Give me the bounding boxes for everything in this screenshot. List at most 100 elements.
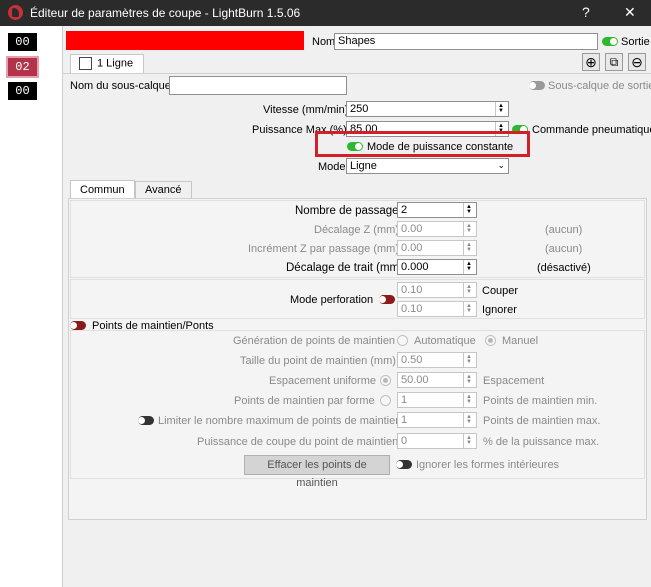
tab-common[interactable]: Commun	[70, 180, 135, 200]
size-label: Taille du point de maintien (mm)	[240, 355, 396, 367]
title-bar: Éditeur de paramètres de coupe - LightBu…	[0, 0, 651, 26]
spacing-input[interactable]: 50.00	[397, 372, 477, 388]
kerf-spinner[interactable]	[463, 260, 476, 274]
per-shape-radio[interactable]	[380, 395, 391, 406]
perf-cut-value: 0.10	[401, 284, 423, 296]
min-input[interactable]: 1	[397, 392, 477, 408]
z-offset-label: Décalage Z (mm)	[314, 224, 399, 236]
uniform-radio[interactable]	[380, 375, 391, 386]
tab-power-value: 0	[401, 435, 408, 447]
z-offset-note: (aucun)	[545, 224, 583, 236]
tab-divider	[62, 73, 651, 74]
sublayer-name-label: Nom du sous-calque	[70, 80, 171, 92]
max-value: 1	[401, 414, 408, 426]
size-spinner[interactable]	[463, 353, 476, 367]
limit-toggle[interactable]	[138, 416, 154, 425]
z-step-input[interactable]: 0.00	[397, 240, 477, 256]
name-label: Nom	[312, 36, 336, 48]
max-label: Points de maintien max.	[483, 415, 601, 427]
layer-item[interactable]: 00	[8, 82, 37, 100]
sublayer-output-toggle[interactable]	[529, 81, 545, 90]
speed-value: 250	[350, 103, 369, 115]
z-step-label: Incrément Z par passage (mm)	[248, 243, 399, 255]
generation-label: Génération de points de maintien	[233, 335, 396, 347]
kerf-value: 0.000	[401, 261, 429, 273]
layer-color-swatch[interactable]	[66, 31, 304, 50]
perf-skip-value: 0.10	[401, 303, 423, 315]
spacing-label: Espacement	[483, 375, 545, 387]
clear-tabs-button[interactable]: Effacer les points de maintien	[244, 455, 390, 489]
passes-input[interactable]: 2	[397, 202, 477, 218]
z-offset-spinner[interactable]	[463, 222, 476, 236]
window-title: Éditeur de paramètres de coupe - LightBu…	[30, 6, 301, 20]
close-button[interactable]: ✕	[624, 4, 636, 21]
min-label: Points de maintien min.	[483, 395, 598, 407]
tab-power-spinner[interactable]	[463, 434, 476, 448]
perf-skip-input[interactable]: 0.10	[397, 301, 477, 317]
tab-power-unit: % de la puissance max.	[483, 436, 600, 448]
perforation-toggle[interactable]	[379, 295, 395, 304]
sublayer-output-label: Sous-calque de sortie	[548, 80, 651, 92]
tab-power-label: Puissance de coupe du point de maintien	[197, 436, 399, 448]
sublayer-checkbox[interactable]	[79, 57, 92, 70]
auto-radio[interactable]	[397, 335, 408, 346]
perf-skip-spinner[interactable]	[463, 302, 476, 316]
z-step-spinner[interactable]	[463, 241, 476, 255]
constant-power-toggle[interactable]	[347, 142, 363, 151]
size-value: 0.50	[401, 354, 423, 366]
tab-power-input[interactable]: 0	[397, 433, 477, 449]
perf-cut-label: Couper	[482, 285, 519, 297]
per-shape-label: Points de maintien par forme	[234, 395, 375, 407]
passes-label: Nombre de passages	[295, 205, 405, 217]
uniform-label: Espacement uniforme	[269, 375, 376, 387]
spacing-spinner[interactable]	[463, 373, 476, 387]
layer-list: 00 02 00	[0, 26, 63, 587]
tab-sublayer[interactable]: 1 Ligne	[70, 54, 145, 74]
kerf-label: Décalage de trait (mm)	[286, 262, 403, 274]
manual-radio[interactable]	[485, 335, 496, 346]
sublayer-name-input[interactable]	[169, 76, 347, 95]
ignore-inner-label: Ignorer les formes intérieures	[416, 459, 560, 471]
passes-spinner[interactable]	[463, 203, 476, 217]
kerf-note: (désactivé)	[537, 262, 591, 274]
output-label: Sortie	[621, 36, 650, 48]
max-spinner[interactable]	[463, 413, 476, 427]
constant-power-label: Mode de puissance constante	[367, 141, 514, 153]
air-assist-label: Commande pneumatique	[532, 124, 651, 136]
min-value: 1	[401, 394, 408, 406]
output-toggle[interactable]	[602, 37, 618, 46]
auto-label: Automatique	[414, 335, 476, 347]
spacing-value: 50.00	[401, 374, 429, 386]
layer-item-selected[interactable]: 02	[6, 56, 39, 78]
perf-skip-label: Ignorer	[482, 304, 517, 316]
manual-label: Manuel	[502, 335, 539, 347]
layer-name-input[interactable]: Shapes	[334, 33, 598, 50]
speed-input[interactable]: 250	[346, 101, 509, 117]
layer-item[interactable]: 00	[8, 33, 37, 51]
perf-cut-input[interactable]: 0.10	[397, 282, 477, 298]
ignore-inner-toggle[interactable]	[396, 460, 412, 469]
size-input[interactable]: 0.50	[397, 352, 477, 368]
sublayer-tab-label: 1 Ligne	[97, 57, 134, 70]
speed-spinner[interactable]	[495, 102, 508, 116]
copy-sublayer-icon[interactable]: ⧉	[605, 53, 623, 71]
remove-sublayer-icon[interactable]: ⊖	[628, 53, 646, 71]
lightburn-logo-icon	[8, 5, 23, 20]
mode-value: Ligne	[350, 160, 377, 172]
tabs-toggle[interactable]	[70, 321, 86, 330]
z-offset-value: 0.00	[401, 223, 423, 235]
mode-label: Mode	[318, 161, 346, 173]
help-button[interactable]: ?	[582, 4, 590, 20]
tab-advanced[interactable]: Avancé	[135, 181, 192, 199]
chevron-down-icon: ⌄	[497, 160, 505, 170]
max-input[interactable]: 1	[397, 412, 477, 428]
passes-value: 2	[401, 204, 408, 216]
mode-select[interactable]: Ligne ⌄	[346, 158, 509, 174]
speed-label: Vitesse (mm/min)	[263, 104, 349, 116]
limit-label: Limiter le nombre maximum de points de m…	[158, 415, 402, 427]
min-spinner[interactable]	[463, 393, 476, 407]
z-offset-input[interactable]: 0.00	[397, 221, 477, 237]
add-sublayer-icon[interactable]: ⊕	[582, 53, 600, 71]
kerf-input[interactable]: 0.000	[397, 259, 477, 275]
perf-cut-spinner[interactable]	[463, 283, 476, 297]
